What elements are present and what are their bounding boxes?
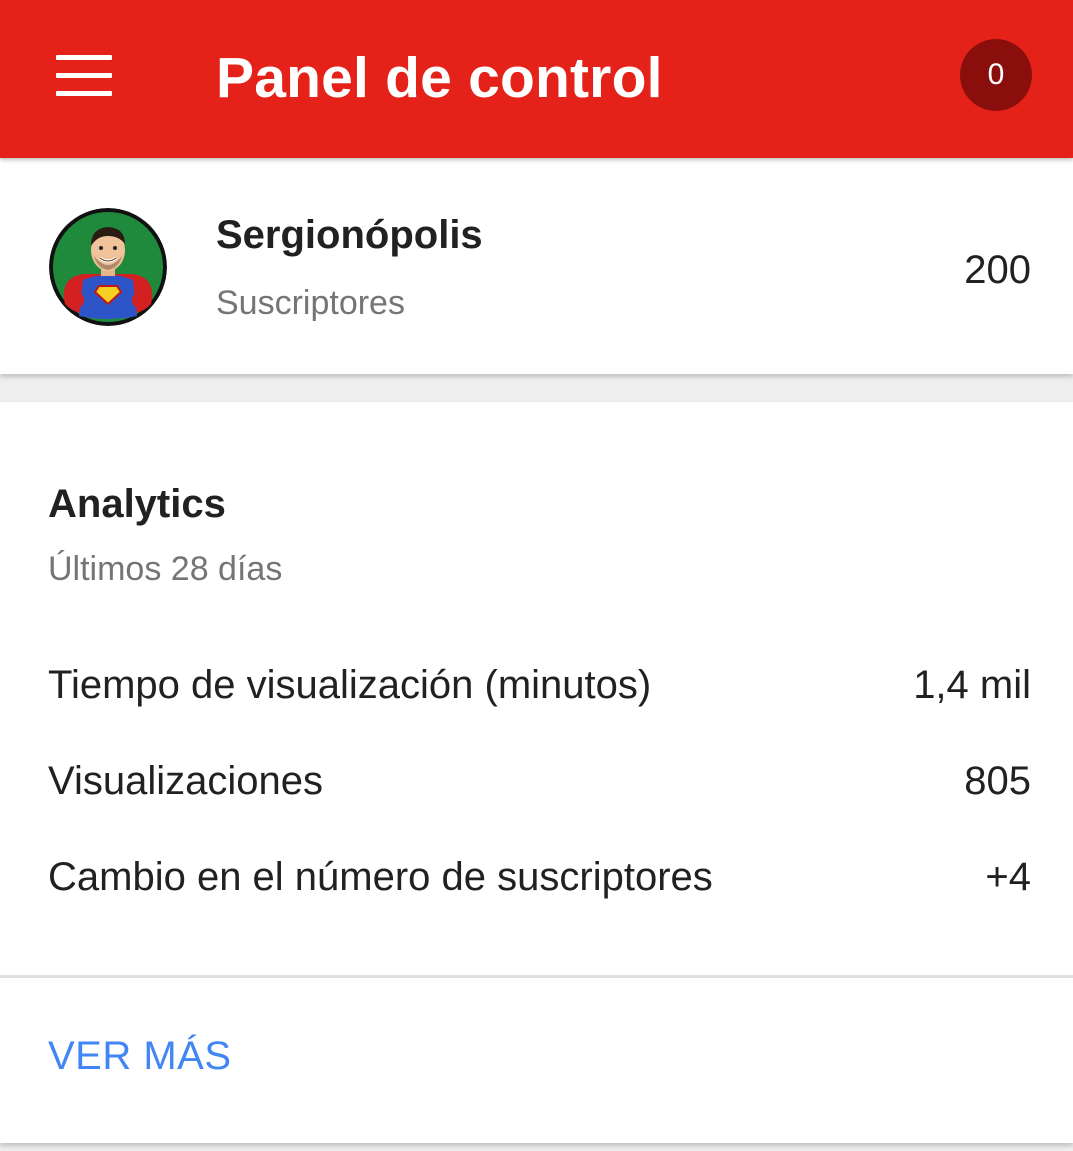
metric-row-views: Visualizaciones 805: [48, 751, 1031, 811]
channel-card[interactable]: Sergionópolis Suscriptores 200: [0, 158, 1073, 374]
app-bar: Panel de control 0: [0, 0, 1073, 158]
notification-count-badge[interactable]: 0: [960, 39, 1032, 111]
subscribers-label: Suscriptores: [216, 284, 405, 322]
see-more-button[interactable]: VER MÁS: [48, 1034, 232, 1079]
subscribers-count: 200: [964, 248, 1031, 292]
channel-name: Sergionópolis: [216, 213, 483, 257]
superhero-avatar-icon: [49, 208, 167, 326]
metric-row-subscriber-change: Cambio en el número de suscriptores +4: [48, 847, 1031, 907]
analytics-title: Analytics: [48, 482, 226, 526]
metric-label: Cambio en el número de suscriptores: [48, 854, 713, 899]
dashboard-screen: Panel de control 0 Sergionópolis Suscrip…: [0, 0, 1073, 1151]
metric-label: Visualizaciones: [48, 758, 323, 803]
metric-value: 1,4 mil: [913, 662, 1031, 707]
page-title: Panel de control: [216, 46, 663, 110]
analytics-period: Últimos 28 días: [48, 550, 283, 588]
metric-row-watch-time: Tiempo de visualización (minutos) 1,4 mi…: [48, 655, 1031, 715]
hamburger-menu-icon[interactable]: [40, 38, 128, 112]
metric-label: Tiempo de visualización (minutos): [48, 662, 652, 707]
analytics-card: Analytics Últimos 28 días Tiempo de visu…: [0, 402, 1073, 1143]
channel-avatar[interactable]: [49, 208, 167, 326]
metric-value: +4: [985, 854, 1031, 899]
metric-value: 805: [964, 758, 1031, 803]
divider: [0, 975, 1073, 978]
